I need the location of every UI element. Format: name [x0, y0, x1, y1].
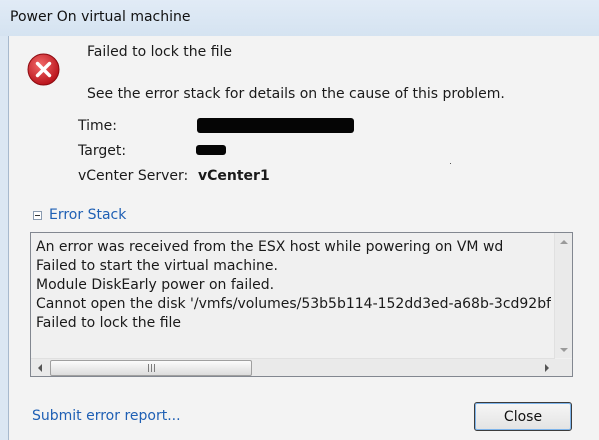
submit-error-report-link[interactable]: Submit error report... — [32, 408, 181, 424]
scroll-grip-icon — [148, 364, 155, 372]
window-title: Power On virtual machine — [10, 9, 191, 25]
scroll-down-arrow-icon — [559, 347, 568, 352]
vertical-scrollbar[interactable] — [554, 233, 572, 358]
close-button[interactable]: Close — [474, 402, 572, 431]
vcenter-server-value: vCenter1 — [198, 168, 270, 184]
error-x-icon — [27, 53, 60, 86]
scroll-up-button[interactable] — [555, 233, 572, 250]
error-stack-line: Failed to lock the file — [36, 315, 182, 331]
vcenter-server-label: vCenter Server: — [78, 168, 189, 184]
error-stack-line: Cannot open the disk '/vmfs/volumes/53b5… — [36, 296, 551, 312]
scroll-right-arrow-icon — [544, 363, 549, 372]
time-value-redacted — [197, 118, 354, 133]
scroll-left-button[interactable] — [31, 359, 48, 376]
error-message-detail: See the error stack for details on the c… — [87, 86, 505, 102]
error-stack-toggle[interactable]: Error Stack — [33, 207, 126, 223]
horizontal-scroll-thumb[interactable] — [50, 360, 252, 376]
target-value-redacted — [196, 145, 226, 155]
scrollbar-corner — [555, 359, 572, 376]
scroll-left-arrow-icon — [37, 363, 42, 372]
minus-box-icon — [33, 210, 42, 220]
target-label: Target: — [78, 143, 127, 159]
error-stack-textbox[interactable]: An error was received from the ESX host … — [30, 232, 573, 377]
scroll-up-arrow-icon — [559, 239, 568, 244]
error-stack-label: Error Stack — [49, 207, 127, 223]
stray-pixel — [450, 163, 451, 164]
window-titlebar: Power On virtual machine — [0, 0, 599, 36]
error-stack-line: Module DiskEarly power on failed. — [36, 277, 275, 293]
error-stack-line: An error was received from the ESX host … — [36, 239, 504, 255]
error-message-title: Failed to lock the file — [87, 44, 233, 60]
error-stack-text: An error was received from the ESX host … — [36, 238, 551, 355]
scroll-right-button[interactable] — [538, 359, 555, 376]
time-label: Time: — [78, 118, 117, 134]
scroll-down-button[interactable] — [555, 341, 572, 358]
error-stack-line: Failed to start the virtual machine. — [36, 258, 278, 274]
horizontal-scrollbar[interactable] — [31, 358, 555, 376]
